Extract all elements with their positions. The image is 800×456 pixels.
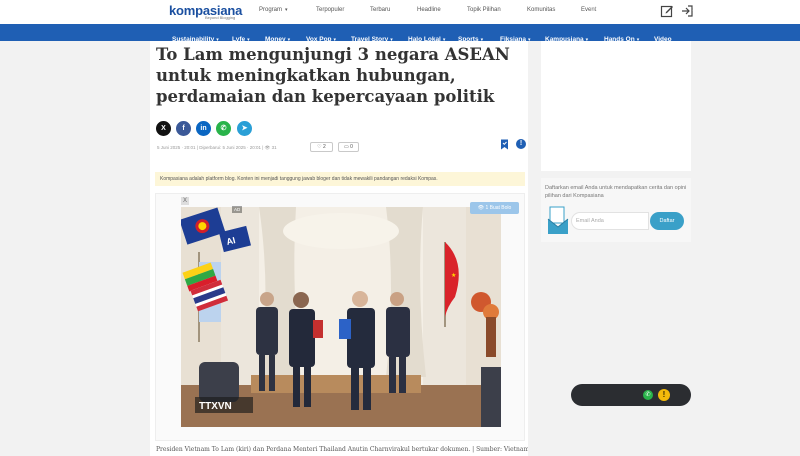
ad-label: AD — [232, 206, 243, 213]
svg-text:TTXVN: TTXVN — [199, 401, 232, 412]
write-icon[interactable] — [660, 4, 674, 18]
logo-tagline: Beyond Blogging — [205, 15, 236, 20]
nav-topik-pilihan[interactable]: Topik Pilihan — [467, 7, 501, 13]
heart-icon: ♡ — [317, 144, 322, 150]
chevron-down-icon: ▾ — [528, 37, 531, 43]
linkedin-icon[interactable]: in — [196, 121, 211, 136]
floating-like-button[interactable]: ♡2 — [590, 6, 600, 14]
whatsapp-icon[interactable]: ✆ — [216, 121, 231, 136]
alert-icon[interactable]: ! — [516, 139, 526, 149]
facebook-icon[interactable]: f — [176, 121, 191, 136]
comment-icon: ▭ — [344, 144, 349, 150]
chevron-down-icon: ▾ — [285, 7, 288, 13]
subscribe-button[interactable]: Daftar — [650, 212, 684, 230]
comment-button[interactable]: ▭ 0 — [338, 142, 359, 152]
floating-action-bar — [571, 384, 691, 406]
article-title: To Lam mengunjungi 3 negara ASEAN untuk … — [156, 45, 510, 106]
telegram-icon[interactable]: ➤ — [237, 121, 252, 136]
like-count: 2 — [323, 144, 326, 150]
bookmark-icon[interactable] — [500, 139, 509, 150]
nav-program-label: Program — [259, 7, 283, 13]
newsletter-text: Daftarkan email Anda untuk mendapatkan c… — [545, 185, 687, 199]
view-count-pill[interactable]: 👁 1 Buat Bolo — [470, 202, 519, 214]
article-photo: ★ AI TTXVN — [181, 207, 501, 427]
nav-terbaru[interactable]: Terbaru — [370, 7, 390, 13]
eye-icon: 👁 — [477, 205, 485, 211]
whatsapp-icon[interactable]: ✆ — [643, 390, 653, 400]
newsletter-icon — [547, 206, 569, 234]
ad-close-button[interactable]: X — [181, 197, 189, 205]
disclaimer-notice: Kompasiana adalah platform blog. Konten … — [155, 172, 525, 186]
floating-comment-button[interactable]: ◌0 — [614, 6, 622, 13]
nav-headline[interactable]: Headline — [417, 7, 441, 13]
chevron-right-icon[interactable]: › — [692, 3, 695, 13]
alert-icon[interactable]: ! — [658, 389, 670, 401]
x-icon[interactable]: X — [156, 121, 171, 136]
comment-count: 0 — [350, 144, 353, 150]
view-count-label: 1 Buat Bolo — [485, 205, 512, 211]
nav-komunitas[interactable]: Komunitas — [527, 7, 555, 13]
svg-text:★: ★ — [451, 272, 456, 279]
like-button[interactable]: ♡ 2 — [310, 142, 333, 152]
article-meta: 5 Juni 2025 · 20:01 | Diperbarui: 5 Juni… — [157, 145, 277, 150]
floating-like-count: 2 — [596, 7, 601, 14]
nav-terpopuler[interactable]: Terpopuler — [316, 7, 344, 13]
floating-comment-count: 0 — [618, 6, 623, 13]
sidebar-ad-slot — [541, 41, 691, 171]
photo-caption: Presiden Vietnam To Lam (kiri) dan Perda… — [156, 446, 528, 453]
email-field[interactable] — [571, 212, 649, 230]
nav-program[interactable]: Program ▾ — [259, 7, 288, 13]
